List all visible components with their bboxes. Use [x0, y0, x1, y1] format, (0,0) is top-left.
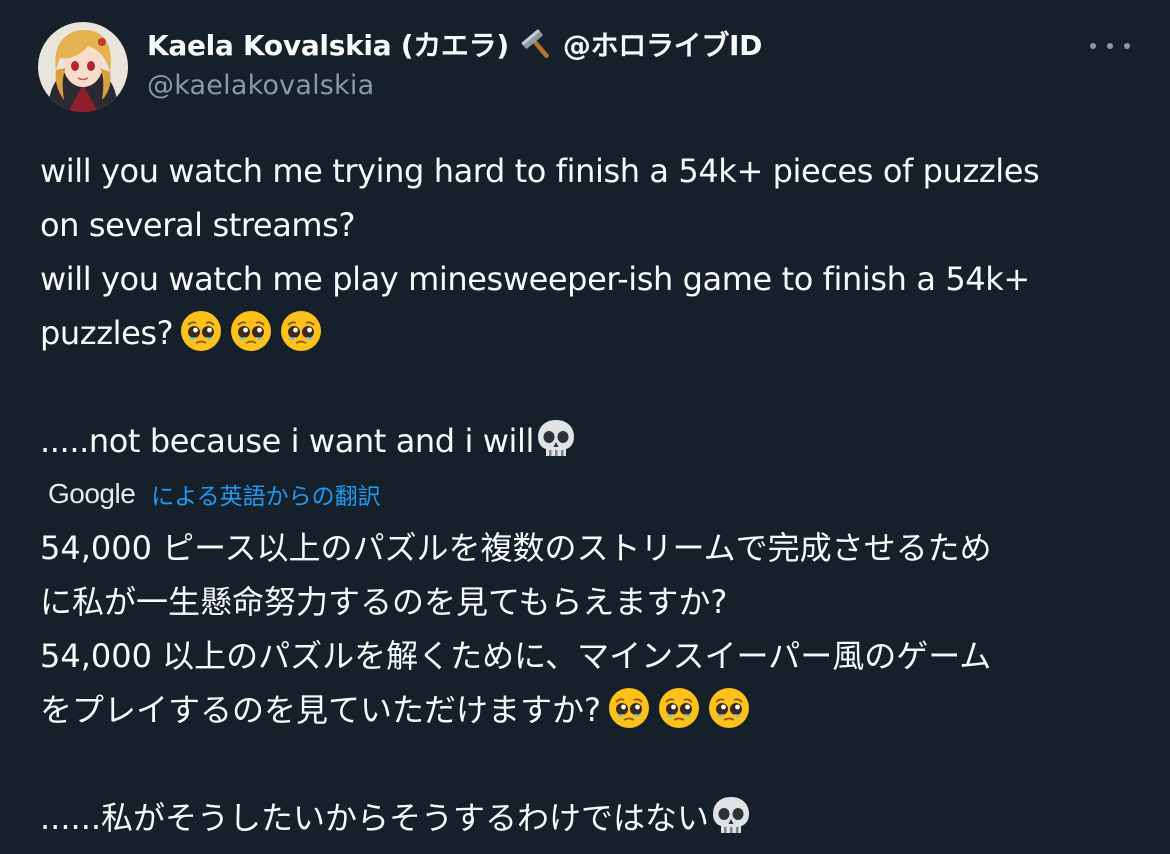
more-dot: [1090, 43, 1096, 49]
tweet-line-with-emoji: .....not because i want and i will: [40, 414, 1140, 468]
translated-line: 54,000 以上のパズルを解くために、マインスイーパー風のゲーム: [40, 637, 992, 675]
pleading-face-icon: [607, 686, 651, 730]
translated-line-with-emoji: をプレイするのを見ていただけますか?: [40, 683, 1150, 737]
google-logo: Google: [48, 478, 136, 509]
author-block: Kaela Kovalskia (カエラ) @ホロライブID @kaelakov…: [147, 24, 1080, 101]
pleading-face-icon: [707, 686, 751, 730]
pleading-face-icon: [179, 309, 223, 353]
user-handle[interactable]: @kaelakovalskia: [147, 70, 1080, 101]
pleading-face-icon: [657, 686, 701, 730]
more-options-button[interactable]: [1090, 36, 1130, 56]
pleading-face-icon: [279, 309, 323, 353]
tweet-line: .....not because i want and i will: [40, 422, 534, 460]
pleading-face-icon: [229, 309, 273, 353]
name-row: Kaela Kovalskia (カエラ) @ホロライブID: [147, 24, 1080, 64]
tweet-line: will you watch me play minesweeper-ish g…: [40, 260, 1030, 298]
hammer-icon: [521, 29, 555, 63]
avatar[interactable]: [38, 22, 128, 112]
translation-header: Google による英語からの翻訳: [48, 474, 381, 514]
translation-source-link[interactable]: による英語からの翻訳: [151, 477, 380, 511]
skull-icon: [534, 417, 578, 461]
tweet-text: will you watch me trying hard to finish …: [40, 144, 1140, 468]
translated-line: 54,000 ピース以上のパズルを複数のストリームで完成させるため: [40, 529, 992, 567]
more-dot: [1124, 43, 1130, 49]
tweet: Kaela Kovalskia (カエラ) @ホロライブID @kaelakov…: [0, 0, 1170, 837]
translated-line: をプレイするのを見ていただけますか?: [40, 691, 601, 729]
more-dot: [1107, 43, 1113, 49]
tweet-line: will you watch me trying hard to finish …: [40, 152, 1040, 190]
tweet-line-with-emoji: puzzles?: [40, 306, 1140, 360]
tweet-line: puzzles?: [40, 314, 174, 352]
display-name[interactable]: Kaela Kovalskia (カエラ): [147, 24, 509, 64]
skull-icon: [709, 794, 753, 838]
translated-line: に私が一生懸命努力するのを見てもらえますか?: [40, 583, 728, 621]
translated-blank-line: [40, 737, 1150, 791]
translated-line: ......私がそうしたいからそうするわけではない: [40, 799, 710, 837]
tweet-line: on several streams?: [40, 206, 356, 244]
translated-line-with-emoji: ......私がそうしたいからそうするわけではない: [40, 791, 1150, 845]
affiliation-label[interactable]: @ホロライブID: [563, 24, 763, 64]
translated-text: 54,000 ピース以上のパズルを複数のストリームで完成させるため に私が一生懸…: [40, 521, 1150, 845]
